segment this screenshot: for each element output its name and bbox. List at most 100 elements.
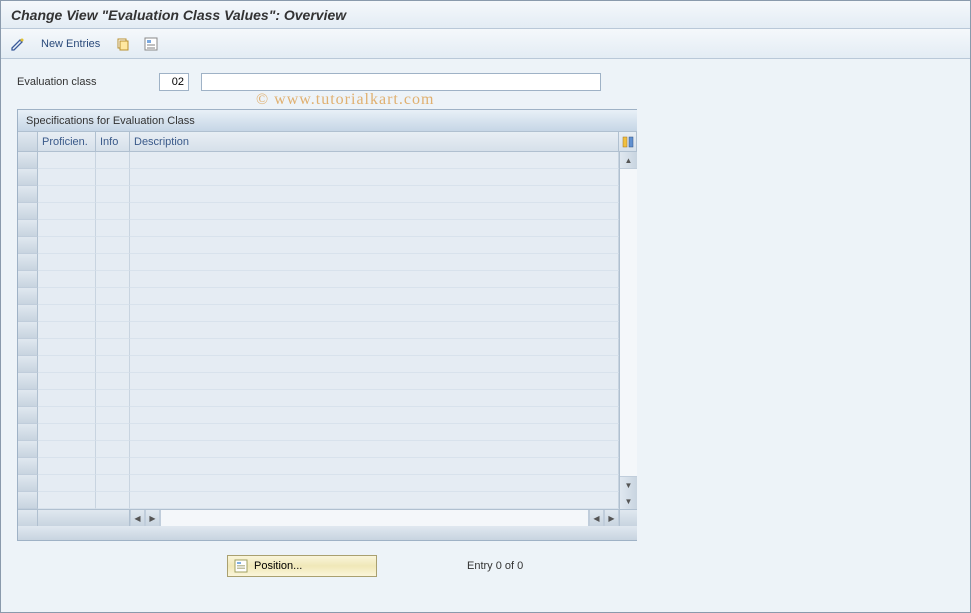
row-selector[interactable] [18, 152, 38, 169]
position-button[interactable]: Position... [227, 555, 377, 577]
cell-description[interactable] [130, 152, 619, 169]
cell-description[interactable] [130, 288, 619, 305]
cell-description[interactable] [130, 339, 619, 356]
change-icon[interactable] [7, 33, 29, 55]
cell-info[interactable] [96, 288, 130, 305]
cell-description[interactable] [130, 169, 619, 186]
cell-proficien[interactable] [38, 492, 96, 509]
row-selector[interactable] [18, 458, 38, 475]
row-selector[interactable] [18, 475, 38, 492]
cell-info[interactable] [96, 271, 130, 288]
scroll-left-end-icon[interactable]: ◀ [589, 510, 604, 526]
table-row[interactable] [18, 169, 619, 186]
cell-proficien[interactable] [38, 186, 96, 203]
cell-info[interactable] [96, 322, 130, 339]
grid-header-proficien[interactable]: Proficien. [38, 132, 96, 152]
cell-description[interactable] [130, 492, 619, 509]
row-selector[interactable] [18, 407, 38, 424]
row-selector[interactable] [18, 441, 38, 458]
cell-description[interactable] [130, 356, 619, 373]
cell-proficien[interactable] [38, 271, 96, 288]
table-row[interactable] [18, 152, 619, 169]
copy-icon[interactable] [112, 33, 134, 55]
row-selector[interactable] [18, 373, 38, 390]
cell-info[interactable] [96, 373, 130, 390]
cell-info[interactable] [96, 407, 130, 424]
cell-info[interactable] [96, 152, 130, 169]
grid-header-description[interactable]: Description [130, 132, 619, 152]
cell-description[interactable] [130, 441, 619, 458]
table-row[interactable] [18, 390, 619, 407]
cell-proficien[interactable] [38, 322, 96, 339]
row-selector[interactable] [18, 492, 38, 509]
row-selector[interactable] [18, 254, 38, 271]
row-selector[interactable] [18, 271, 38, 288]
table-row[interactable] [18, 237, 619, 254]
grid-header-info[interactable]: Info [96, 132, 130, 152]
scroll-right-icon[interactable]: ▶ [604, 510, 619, 526]
grid-settings-icon[interactable] [619, 132, 637, 152]
cell-info[interactable] [96, 254, 130, 271]
cell-description[interactable] [130, 254, 619, 271]
row-selector[interactable] [18, 305, 38, 322]
cell-info[interactable] [96, 169, 130, 186]
table-row[interactable] [18, 441, 619, 458]
row-selector[interactable] [18, 220, 38, 237]
cell-info[interactable] [96, 339, 130, 356]
cell-proficien[interactable] [38, 305, 96, 322]
row-selector[interactable] [18, 339, 38, 356]
table-row[interactable] [18, 373, 619, 390]
cell-proficien[interactable] [38, 203, 96, 220]
cell-info[interactable] [96, 424, 130, 441]
cell-description[interactable] [130, 373, 619, 390]
cell-proficien[interactable] [38, 373, 96, 390]
grid-header-selector[interactable] [18, 132, 38, 152]
cell-description[interactable] [130, 475, 619, 492]
cell-proficien[interactable] [38, 237, 96, 254]
scroll-right-inner-icon[interactable]: ▶ [145, 510, 160, 526]
cell-proficien[interactable] [38, 152, 96, 169]
row-selector[interactable] [18, 186, 38, 203]
cell-proficien[interactable] [38, 220, 96, 237]
table-row[interactable] [18, 254, 619, 271]
scroll-down-btn2[interactable]: ▼ [620, 493, 637, 509]
cell-info[interactable] [96, 458, 130, 475]
cell-description[interactable] [130, 390, 619, 407]
table-row[interactable] [18, 339, 619, 356]
cell-description[interactable] [130, 305, 619, 322]
cell-description[interactable] [130, 271, 619, 288]
cell-proficien[interactable] [38, 339, 96, 356]
cell-info[interactable] [96, 441, 130, 458]
cell-info[interactable] [96, 492, 130, 509]
scroll-track-horizontal[interactable] [160, 510, 589, 526]
table-row[interactable] [18, 288, 619, 305]
row-selector[interactable] [18, 203, 38, 220]
new-entries-button[interactable]: New Entries [35, 33, 106, 55]
table-row[interactable] [18, 407, 619, 424]
cell-proficien[interactable] [38, 424, 96, 441]
cell-proficien[interactable] [38, 169, 96, 186]
table-row[interactable] [18, 186, 619, 203]
row-selector[interactable] [18, 322, 38, 339]
table-row[interactable] [18, 475, 619, 492]
cell-description[interactable] [130, 322, 619, 339]
table-row[interactable] [18, 424, 619, 441]
horizontal-scrollbar[interactable]: ◀ ▶ ◀ ▶ [18, 509, 637, 526]
cell-proficien[interactable] [38, 288, 96, 305]
cell-info[interactable] [96, 390, 130, 407]
cell-info[interactable] [96, 475, 130, 492]
cell-description[interactable] [130, 220, 619, 237]
cell-description[interactable] [130, 186, 619, 203]
select-all-icon[interactable] [140, 33, 162, 55]
cell-proficien[interactable] [38, 390, 96, 407]
scroll-track-vertical[interactable] [620, 168, 637, 477]
cell-info[interactable] [96, 203, 130, 220]
table-row[interactable] [18, 492, 619, 509]
vertical-scrollbar[interactable]: ▲ ▼ ▼ [619, 152, 637, 509]
cell-info[interactable] [96, 220, 130, 237]
table-row[interactable] [18, 458, 619, 475]
row-selector[interactable] [18, 390, 38, 407]
cell-proficien[interactable] [38, 407, 96, 424]
row-selector[interactable] [18, 424, 38, 441]
cell-description[interactable] [130, 237, 619, 254]
